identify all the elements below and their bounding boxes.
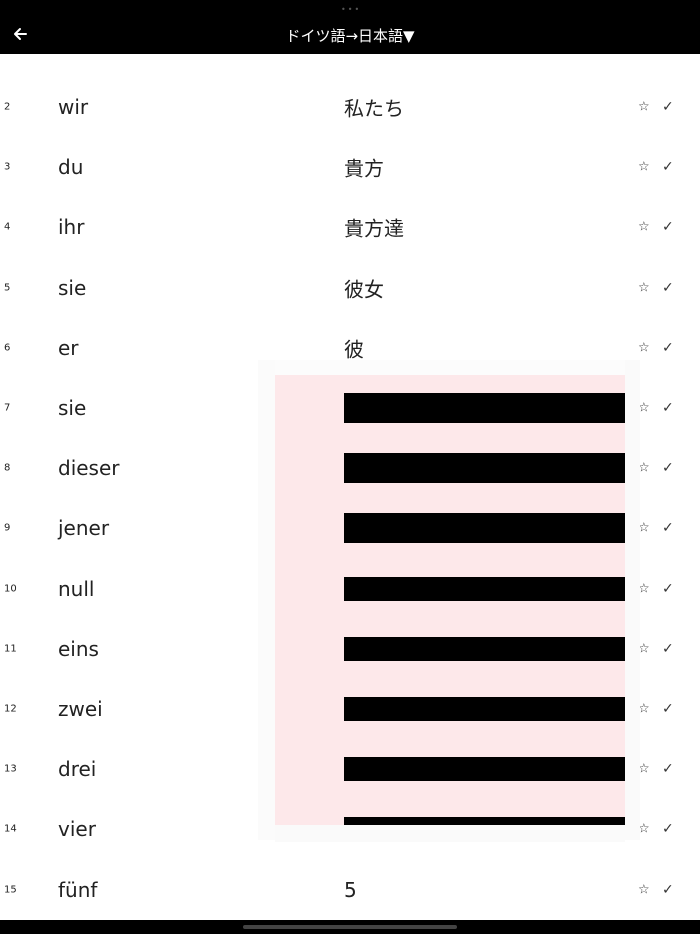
- check-icon[interactable]: ✓: [662, 400, 674, 416]
- german-word: eins: [58, 636, 99, 661]
- home-indicator: [243, 925, 457, 929]
- star-icon[interactable]: ☆: [638, 340, 650, 355]
- list-item[interactable]: 4 ihr 貴方達 ☆ ✓: [0, 197, 700, 257]
- german-word: ihr: [58, 215, 85, 240]
- star-icon[interactable]: ☆: [638, 100, 650, 115]
- language-direction-selector[interactable]: ドイツ語→日本語▼: [0, 24, 700, 48]
- check-icon[interactable]: ✓: [662, 581, 674, 597]
- row-number: 14: [4, 823, 17, 835]
- mask-bar-14: [344, 817, 625, 825]
- german-word: du: [58, 155, 84, 180]
- check-icon[interactable]: ✓: [662, 460, 674, 476]
- row-number: 10: [4, 583, 17, 595]
- overlay-edge-top: [275, 360, 625, 375]
- row-number: 2: [4, 101, 11, 113]
- mask-bar-9: [344, 513, 625, 543]
- mask-bar-8: [344, 453, 625, 483]
- app: 2 wir 私たち ☆ ✓ 3 du 貴方 ☆ ✓ 4 ihr 貴方達 ☆ ✓ 5 sie 彼女 ☆ ✓ 6 er 彼 ☆ ✓ 7…: [0, 0, 700, 934]
- row-number: 7: [4, 402, 11, 414]
- check-icon[interactable]: ✓: [662, 340, 674, 356]
- row-number: 5: [4, 282, 11, 294]
- star-icon[interactable]: ☆: [638, 882, 650, 897]
- list-item[interactable]: 5 sie 彼女 ☆ ✓: [0, 258, 700, 318]
- japanese-translation: 私たち: [344, 96, 404, 121]
- german-word: null: [58, 576, 95, 601]
- check-icon[interactable]: ✓: [662, 520, 674, 536]
- german-word: jener: [58, 516, 110, 541]
- row-number: 6: [4, 342, 11, 354]
- japanese-translation: 彼: [344, 337, 364, 362]
- star-icon[interactable]: ☆: [638, 160, 650, 175]
- check-icon[interactable]: ✓: [662, 761, 674, 777]
- check-icon[interactable]: ✓: [662, 99, 674, 115]
- mask-bar-13: [344, 757, 625, 781]
- german-word: er: [58, 335, 79, 360]
- japanese-translation: 彼女: [344, 277, 384, 302]
- mask-bar-10: [344, 577, 625, 601]
- status-dots: •••: [341, 5, 362, 14]
- row-number: 12: [4, 703, 17, 715]
- row-number: 15: [4, 884, 17, 896]
- row-number: 9: [4, 522, 11, 534]
- check-icon[interactable]: ✓: [662, 159, 674, 175]
- row-number: 13: [4, 763, 17, 775]
- german-word: dieser: [58, 456, 120, 481]
- mask-bar-12: [344, 697, 625, 721]
- japanese-translation: 5: [344, 877, 357, 902]
- star-icon[interactable]: ☆: [638, 220, 650, 235]
- list-item[interactable]: 3 du 貴方 ☆ ✓: [0, 137, 700, 197]
- overlay-edge-bottom: [275, 825, 625, 842]
- list-item[interactable]: 2 wir 私たち ☆ ✓: [0, 77, 700, 137]
- check-icon[interactable]: ✓: [662, 219, 674, 235]
- check-icon[interactable]: ✓: [662, 882, 674, 898]
- mask-bar-7: [344, 393, 625, 423]
- mask-bar-11: [344, 637, 625, 661]
- overlay-edge-right: [625, 360, 640, 840]
- german-word: sie: [58, 275, 87, 300]
- overlay-edge-left: [258, 360, 275, 840]
- japanese-translation: 貴方: [344, 156, 384, 181]
- german-word: vier: [58, 817, 96, 842]
- row-number: 4: [4, 221, 11, 233]
- app-header: ••• ドイツ語→日本語▼: [0, 0, 700, 54]
- german-word: wir: [58, 95, 89, 119]
- list-item[interactable]: 15 fünf 5 ☆ ✓: [0, 860, 700, 920]
- german-word: zwei: [58, 697, 103, 721]
- star-icon[interactable]: ☆: [638, 280, 650, 295]
- check-icon[interactable]: ✓: [662, 701, 674, 717]
- row-number: 8: [4, 462, 11, 474]
- check-icon[interactable]: ✓: [662, 821, 674, 837]
- german-word: sie: [58, 396, 87, 420]
- german-word: fünf: [58, 877, 98, 902]
- check-icon[interactable]: ✓: [662, 280, 674, 296]
- japanese-translation: 貴方達: [344, 216, 404, 241]
- row-number: 11: [4, 643, 17, 655]
- german-word: drei: [58, 757, 97, 782]
- row-number: 3: [4, 161, 11, 173]
- check-icon[interactable]: ✓: [662, 641, 674, 657]
